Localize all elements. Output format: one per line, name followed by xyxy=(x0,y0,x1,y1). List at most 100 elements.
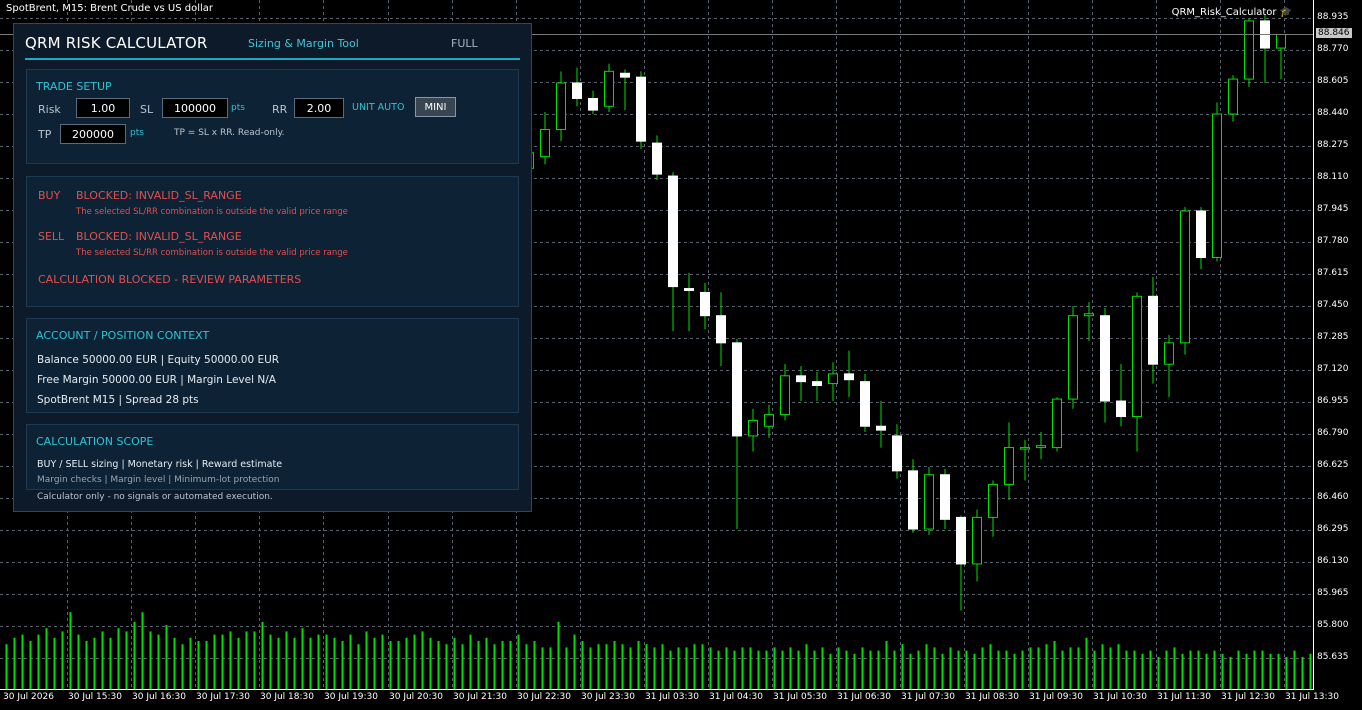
price-tick-label: 85.965 xyxy=(1317,588,1349,598)
candle-body xyxy=(1148,295,1158,365)
tp-input: 200000 xyxy=(60,124,126,144)
candle-body xyxy=(700,291,710,317)
price-tick-label: 88.440 xyxy=(1317,108,1349,118)
candle-body xyxy=(1196,210,1206,259)
time-tick-label: 30 Jul 16:30 xyxy=(132,692,186,702)
volume-bars xyxy=(5,612,1312,689)
tp-unit: pts xyxy=(130,128,144,138)
indicator-label[interactable]: QRM_Risk_Calculator 🎓 xyxy=(1172,7,1292,18)
time-tick-label: 31 Jul 12:30 xyxy=(1221,692,1275,702)
price-tick-label: 88.770 xyxy=(1317,44,1349,54)
candle-body xyxy=(588,97,598,111)
candle-body xyxy=(764,414,774,427)
candle-body xyxy=(716,315,726,344)
candle-body xyxy=(748,419,758,437)
rr-input[interactable]: 2.00 xyxy=(294,98,344,118)
candle-body xyxy=(1244,20,1254,80)
candle-body xyxy=(924,474,934,530)
buy-label: BUY xyxy=(38,189,61,202)
calculation-blocked-message: CALCULATION BLOCKED - REVIEW PARAMETERS xyxy=(38,273,302,286)
candle-body xyxy=(1020,447,1030,450)
trade-setup-section: TRADE SETUP Risk 1.00 SL 100000 pts RR 2… xyxy=(26,69,519,164)
candle-body xyxy=(684,288,694,291)
time-tick-label: 30 Jul 23:30 xyxy=(581,692,635,702)
time-tick-label: 30 Jul 19:30 xyxy=(324,692,378,702)
time-tick-label: 30 Jul 20:30 xyxy=(389,692,443,702)
candle-body xyxy=(1116,400,1126,418)
price-tick-label: 85.635 xyxy=(1317,652,1349,662)
risk-input[interactable]: 1.00 xyxy=(76,98,130,118)
indicator-name: QRM_Risk_Calculator xyxy=(1171,7,1277,18)
candle-body xyxy=(1100,315,1110,402)
price-tick-label: 88.110 xyxy=(1317,172,1349,182)
candle-body xyxy=(1052,398,1062,449)
margin-line: Free Margin 50000.00 EUR | Margin Level … xyxy=(37,374,276,386)
candle-body xyxy=(1180,210,1190,344)
price-tick-label: 86.130 xyxy=(1317,556,1349,566)
price-tick-label: 86.625 xyxy=(1317,460,1349,470)
time-tick-label: 30 Jul 17:30 xyxy=(196,692,250,702)
panel-footer: Calculator only - no signals or automate… xyxy=(37,492,273,502)
time-tick-label: 31 Jul 10:30 xyxy=(1093,692,1147,702)
time-tick-label: 31 Jul 06:30 xyxy=(837,692,891,702)
sl-input[interactable]: 100000 xyxy=(162,98,228,118)
candle-body xyxy=(540,129,550,158)
sell-status: BLOCKED: INVALID_SL_RANGE xyxy=(76,230,242,243)
candle-body xyxy=(620,72,630,78)
price-tick-label: 87.120 xyxy=(1317,364,1349,374)
symbol-spread-line: SpotBrent M15 | Spread 28 pts xyxy=(37,394,199,406)
sell-detail: The selected SL/RR combination is outsid… xyxy=(76,248,348,258)
time-tick-label: 30 Jul 21:30 xyxy=(453,692,507,702)
balance-equity-line: Balance 50000.00 EUR | Equity 50000.00 E… xyxy=(37,354,280,366)
time-tick-label: 30 Jul 2026 xyxy=(3,692,54,702)
account-context-title: ACCOUNT / POSITION CONTEXT xyxy=(36,329,210,342)
candle-body xyxy=(556,82,566,131)
candle-body xyxy=(844,373,854,381)
candle-body xyxy=(1212,113,1222,259)
candle-body xyxy=(1276,33,1286,49)
candle-body xyxy=(572,82,582,99)
candle-body xyxy=(908,470,918,530)
time-tick-label: 31 Jul 11:30 xyxy=(1157,692,1211,702)
candle-body xyxy=(732,342,742,437)
mode-full-toggle[interactable]: FULL xyxy=(451,37,478,50)
candle-body xyxy=(1036,445,1046,449)
price-tick-label: 88.275 xyxy=(1317,140,1349,150)
unit-auto-toggle[interactable]: UNIT AUTO xyxy=(352,102,404,113)
price-tick-label: 86.295 xyxy=(1317,524,1349,534)
candle-body xyxy=(652,142,662,175)
account-context-section: ACCOUNT / POSITION CONTEXT Balance 50000… xyxy=(26,318,519,413)
time-tick-label: 30 Jul 22:30 xyxy=(517,692,571,702)
candle-body xyxy=(956,516,966,565)
price-tick-label: 88.935 xyxy=(1317,12,1349,22)
price-tick-label: 88.605 xyxy=(1317,76,1349,86)
candle-body xyxy=(812,381,822,387)
candle-body xyxy=(1164,342,1174,365)
time-tick-label: 31 Jul 08:30 xyxy=(965,692,1019,702)
price-tick-label: 86.955 xyxy=(1317,396,1349,406)
candle-body xyxy=(1228,78,1238,115)
price-tick-label: 87.780 xyxy=(1317,236,1349,246)
price-tick-label: 87.450 xyxy=(1317,300,1349,310)
candle-body xyxy=(1084,313,1094,317)
candle-body xyxy=(828,373,838,385)
tp-label: TP xyxy=(38,128,52,141)
time-tick-label: 31 Jul 07:30 xyxy=(901,692,955,702)
candle-body xyxy=(988,483,998,518)
sl-unit: pts xyxy=(231,103,245,113)
sl-label: SL xyxy=(140,103,154,116)
candle-body xyxy=(796,375,806,383)
mini-button[interactable]: MINI xyxy=(415,97,456,117)
candle-body xyxy=(636,76,646,142)
price-tick-label: 86.460 xyxy=(1317,492,1349,502)
candle-body xyxy=(892,435,902,472)
graduation-cap-icon: 🎓 xyxy=(1279,7,1292,18)
time-tick-label: 31 Jul 09:30 xyxy=(1029,692,1083,702)
calculation-scope-title: CALCULATION SCOPE xyxy=(36,435,154,448)
candle-body xyxy=(940,474,950,520)
price-tick-label: 87.285 xyxy=(1317,332,1349,342)
candle-body xyxy=(668,175,678,288)
calculation-scope-section: CALCULATION SCOPE BUY / SELL sizing | Mo… xyxy=(26,424,519,490)
candle-body xyxy=(780,375,790,416)
candle-body xyxy=(876,425,886,431)
